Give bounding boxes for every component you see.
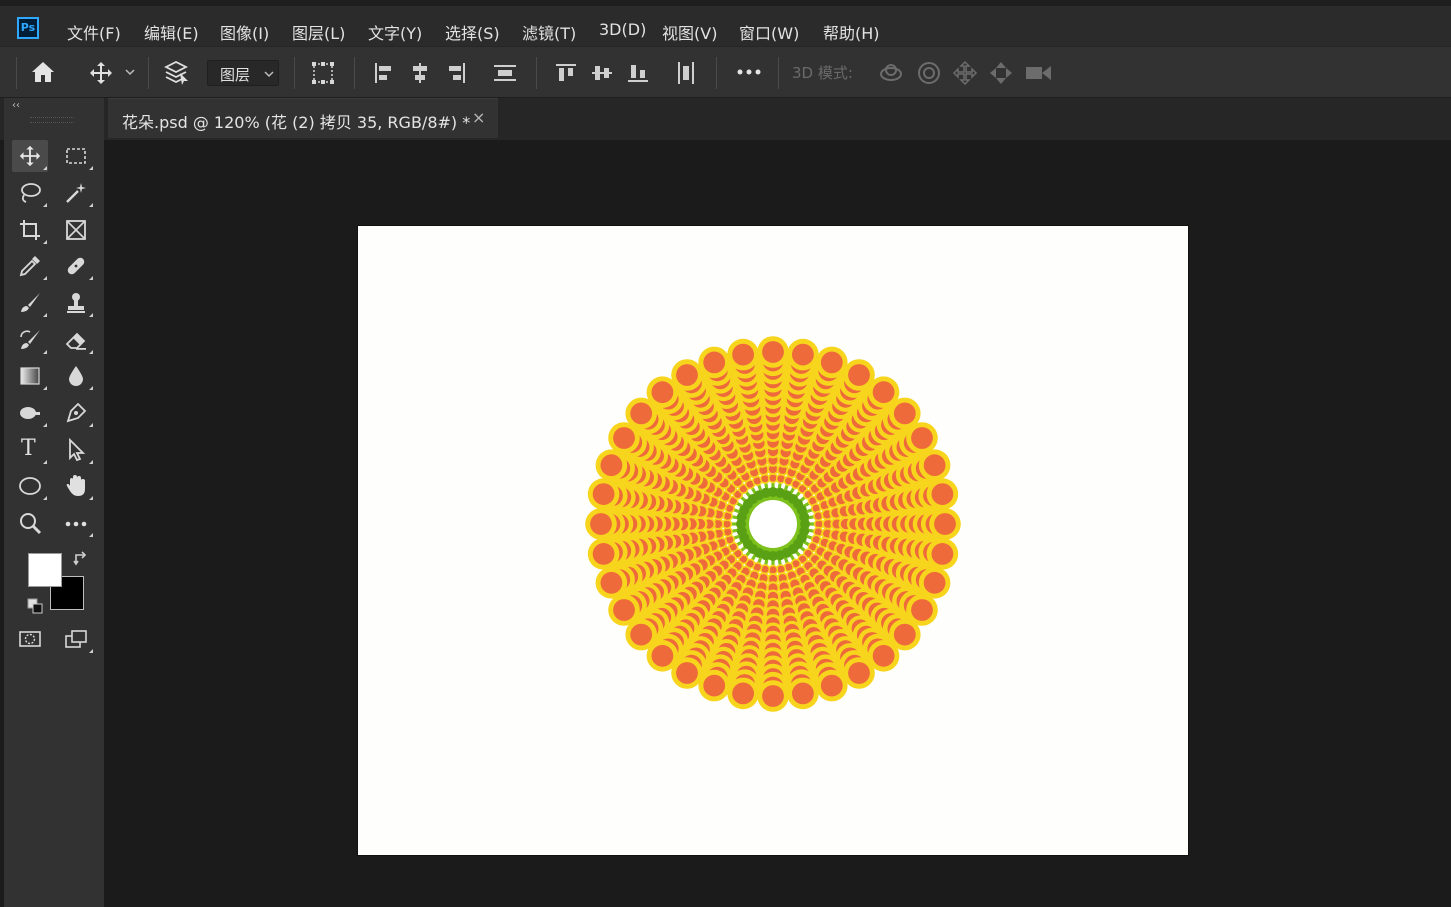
tool-magic-wand[interactable] [58,177,94,209]
tool-zoom[interactable] [12,507,48,539]
tool-hand[interactable] [58,470,94,502]
tool-eyedropper[interactable] [12,250,48,282]
tool-type[interactable]: T [12,434,48,466]
default-colors-icon[interactable] [27,598,43,614]
distribute-horizontal-icon[interactable] [674,60,698,86]
menu-file[interactable]: 文件(F) [67,20,121,44]
blur-icon [69,366,83,386]
menu-type[interactable]: 文字(Y) [368,20,422,44]
brush-icon [21,293,40,312]
menu-filter[interactable]: 滤镜(T) [522,20,576,44]
history-brush-icon [20,330,40,349]
tool-lasso[interactable] [12,177,48,209]
menu-image[interactable]: 图像(I) [220,20,269,44]
foreground-color-swatch[interactable] [28,553,62,587]
slide-3d-icon[interactable] [988,60,1014,86]
crop-icon [20,220,40,240]
menu-bar: Ps 文件(F) 编辑(E) 图像(I) 图层(L) 文字(Y) 选择(S) 滤… [0,0,1451,46]
document-tab[interactable]: 花朵.psd @ 120% (花 (2) 拷贝 35, RGB/8#) * × [108,98,498,138]
lasso-icon [21,183,41,203]
gradient-icon [20,367,40,385]
clone-stamp-icon [67,293,85,313]
chevron-down-icon [264,71,274,78]
align-left-edges-icon[interactable] [372,61,396,85]
menu-view[interactable]: 视图(V) [662,20,717,44]
tool-healing-brush[interactable] [58,250,94,282]
menu-select[interactable]: 选择(S) [445,20,500,44]
tool-frame[interactable] [58,214,94,246]
tool-history-brush[interactable] [12,324,48,356]
orbit-3d-icon[interactable] [878,60,906,86]
tool-dodge[interactable] [12,397,48,429]
align-bottom-edges-icon[interactable] [626,61,650,85]
tool-pen[interactable] [58,397,94,429]
close-icon[interactable]: × [472,108,485,127]
tool-move[interactable] [12,140,48,172]
align-right-edges-icon[interactable] [444,61,468,85]
menu-edit[interactable]: 编辑(E) [144,20,199,44]
document-canvas[interactable] [358,226,1188,855]
menu-help[interactable]: 帮助(H) [823,20,880,44]
roll-3d-icon[interactable] [916,60,942,86]
auto-select-target-dropdown[interactable]: 图层 [207,60,279,86]
tool-quick-mask[interactable] [12,623,48,655]
tool-rectangular-marquee[interactable] [58,140,94,172]
eyedropper-icon [19,256,40,277]
mode-3d-label: 3D 模式: [792,64,853,82]
move-tool-icon [19,145,41,167]
flower-artwork [585,336,961,712]
tool-eraser[interactable] [58,324,94,356]
more-options-icon[interactable] [736,67,762,77]
more-tools-icon [65,521,87,527]
hand-icon [66,475,85,496]
ellipse-tool-icon [19,477,41,495]
path-selection-icon [69,438,86,462]
tool-screen-mode[interactable] [58,623,94,655]
tool-clone-stamp[interactable] [58,287,94,319]
healing-brush-icon [67,257,85,275]
menu-layer[interactable]: 图层(L) [292,20,345,44]
align-top-edges-icon[interactable] [554,61,578,85]
tool-brush[interactable] [12,287,48,319]
move-tool-icon[interactable] [88,60,114,86]
eraser-icon [65,332,86,350]
screen-mode-icon [65,630,87,648]
menu-3d[interactable]: 3D(D) [599,20,646,39]
type-tool-icon: T [21,436,36,461]
tool-crop[interactable] [12,214,48,246]
align-horizontal-centers-icon[interactable] [408,61,432,85]
menu-window[interactable]: 窗口(W) [739,20,799,44]
photoshop-logo[interactable]: Ps [17,17,39,39]
quick-mask-icon [19,631,41,647]
auto-select-target-value: 图层 [220,66,251,84]
distribute-vertical-icon[interactable] [492,61,518,85]
zoom-icon [20,513,42,535]
scale-3d-icon[interactable] [1024,62,1054,84]
tool-gradient[interactable] [12,360,48,392]
auto-select-layers-icon[interactable] [162,59,190,87]
tool-blur[interactable] [58,360,94,392]
tool-more[interactable] [58,507,94,539]
toolbox-grip[interactable] [30,117,74,123]
frame-icon [66,220,86,240]
align-vertical-centers-icon[interactable] [590,61,614,85]
chevron-down-icon[interactable] [124,68,136,78]
magic-wand-icon [66,183,86,203]
rectangular-marquee-icon [66,148,86,164]
home-icon[interactable] [30,60,56,84]
tool-ellipse[interactable] [12,470,48,502]
dodge-icon [20,407,40,419]
tool-path-selection[interactable] [58,434,94,466]
collapse-toolbox-icon[interactable]: ‹‹ [12,100,20,111]
document-tab-title: 花朵.psd @ 120% (花 (2) 拷贝 35, RGB/8#) * [122,113,471,132]
options-bar: 图层 3D 模式: [0,46,1451,98]
swap-colors-icon[interactable] [73,551,89,567]
drag-3d-icon[interactable] [952,60,978,86]
pen-icon [66,402,87,423]
transform-controls-icon[interactable] [310,60,336,86]
